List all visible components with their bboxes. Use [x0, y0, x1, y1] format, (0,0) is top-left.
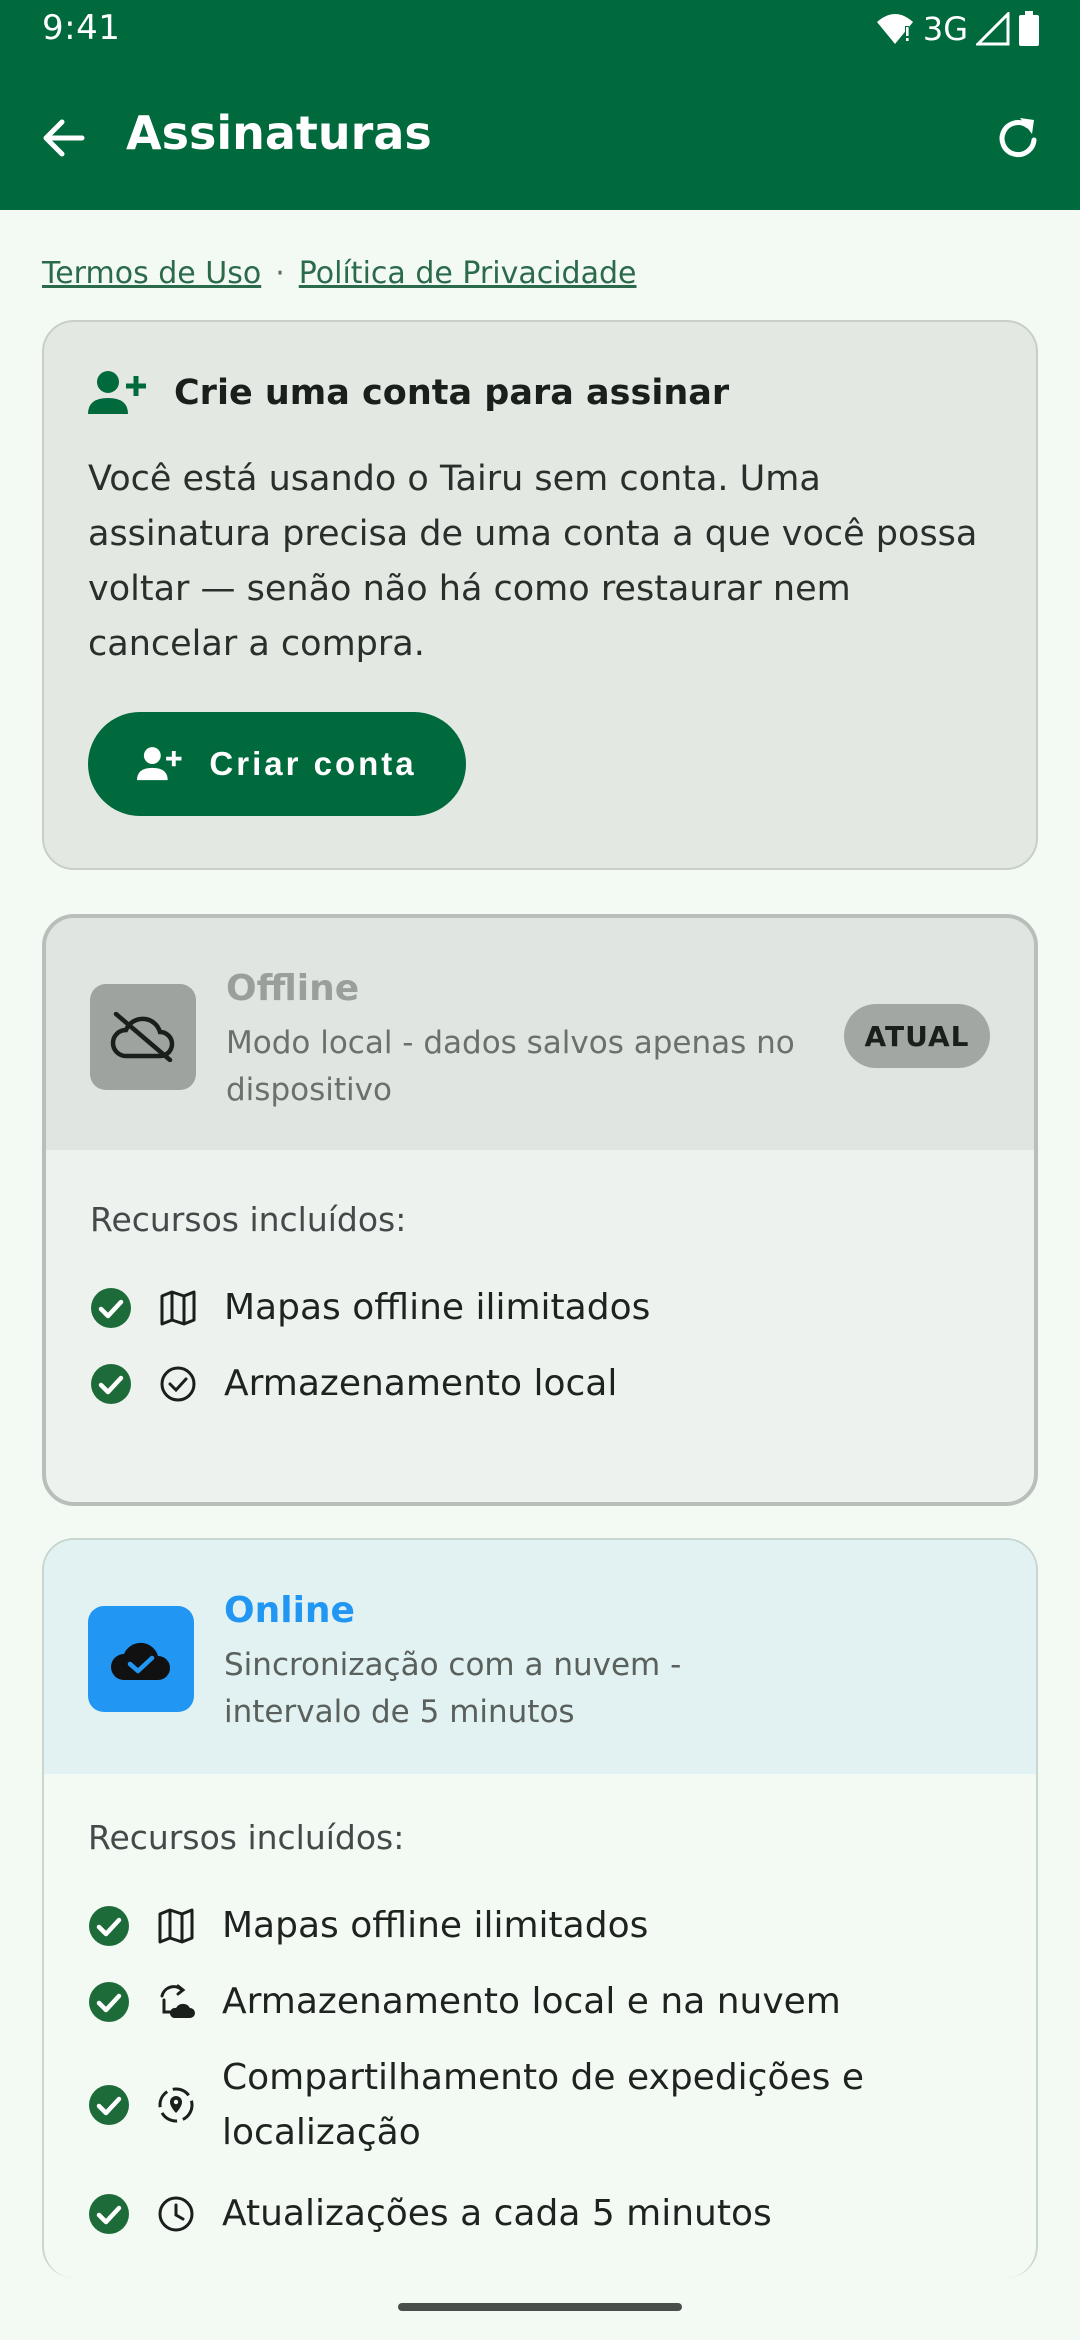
back-arrow-icon[interactable] [36, 110, 92, 166]
privacy-link[interactable]: Política de Privacidade [299, 256, 637, 291]
home-indicator[interactable] [398, 2303, 682, 2311]
plan-description: Modo local - dados salvos apenas no disp… [226, 1025, 795, 1108]
cloud-sync-icon [160, 1984, 195, 2018]
clock-icon [158, 2196, 194, 2231]
app-bar: Assinaturas [0, 90, 1080, 180]
page-title: Assinaturas [126, 106, 432, 160]
create-account-header: Crie uma conta para assinar [88, 370, 729, 416]
plan-name: Online [224, 1590, 355, 1631]
plan-name: Offline [226, 968, 360, 1009]
map-icon [160, 1290, 196, 1325]
refresh-icon[interactable] [990, 110, 1046, 166]
battery-icon [1019, 11, 1039, 46]
plan-card-offline[interactable]: Offline Modo local - dados salvos apenas… [42, 914, 1038, 1506]
feature-text: Armazenamento local [224, 1363, 618, 1404]
network-type: 3G [922, 10, 968, 48]
cloud-done-icon [111, 1642, 170, 1680]
plan-icon-box [90, 984, 196, 1090]
wifi-icon [876, 14, 913, 44]
feature-item: Atualizações a cada 5 minutos [88, 2186, 772, 2241]
location-share-icon [158, 2087, 194, 2123]
create-account-card: Crie uma conta para assinar Você está us… [42, 320, 1038, 870]
map-icon [158, 1908, 194, 1943]
check-circle-filled-icon [89, 1981, 129, 2022]
plan-card-online[interactable]: Online Sincronização com a nuvem - inter… [42, 1538, 1038, 2278]
features-title: Recursos incluídos: [90, 1200, 407, 1239]
create-account-title: Crie uma conta para assinar [174, 373, 730, 413]
feature-text: Mapas offline ilimitados [222, 1905, 649, 1946]
feature-text: Mapas offline ilimitados [224, 1287, 651, 1328]
feature-item: Armazenamento local e na nuvem [88, 1974, 841, 2029]
feature-item: Mapas offline ilimitados [88, 1898, 648, 1953]
cloud-off-icon [110, 1012, 175, 1062]
plan-icon-box [88, 1606, 194, 1712]
feature-text: Atualizações a cada 5 minutos [222, 2193, 772, 2234]
link-separator: · [275, 256, 285, 291]
features-title: Recursos incluídos: [88, 1818, 405, 1857]
person-add-icon [137, 747, 182, 781]
check-circle-filled-icon [89, 1905, 129, 1946]
feature-item: Armazenamento local [90, 1356, 617, 1411]
check-circle-filled-icon [89, 2193, 129, 2234]
create-account-button[interactable]: Criar conta [88, 712, 466, 816]
terms-link[interactable]: Termos de Uso [42, 256, 261, 291]
top-app-area: 9:41 3G Assinaturas [0, 0, 1080, 210]
status-time: 9:41 [42, 8, 121, 48]
create-account-button-label: Criar conta [209, 745, 417, 782]
person-add-icon [88, 371, 146, 414]
check-circle-filled-icon [91, 1287, 131, 1328]
check-circle-filled-icon [89, 2085, 129, 2125]
plan-description: Sincronização com a nuvem - intervalo de… [224, 1647, 682, 1730]
status-icons: 3G [875, 10, 1040, 48]
feature-text: Compartilhamento de expedições e localiz… [222, 2057, 864, 2153]
status-bar: 9:41 3G [0, 0, 1080, 60]
legal-links: Termos de Uso · Política de Privacidade [42, 256, 637, 291]
current-plan-badge: ATUAL [844, 1004, 990, 1068]
feature-item: Compartilhamento de expedições e localiz… [88, 2050, 948, 2160]
feature-text: Armazenamento local e na nuvem [222, 1981, 841, 2022]
check-circle-icon [160, 1366, 196, 1401]
signal-icon [976, 12, 1010, 46]
check-circle-filled-icon [91, 1363, 131, 1404]
feature-item: Mapas offline ilimitados [90, 1280, 650, 1335]
create-account-body: Você está usando o Tairu sem conta. Uma … [88, 459, 978, 664]
